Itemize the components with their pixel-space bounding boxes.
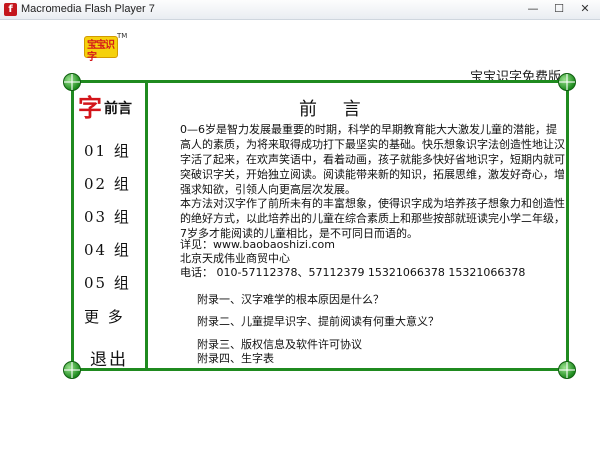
frame-left-border — [71, 81, 74, 370]
app-logo: 宝宝识字 — [84, 36, 118, 63]
sidebar-item-group-01[interactable]: 01 组 — [84, 140, 131, 161]
frame-right-border — [566, 81, 569, 370]
logo-text: 宝宝识字 — [87, 40, 115, 63]
appendix-link-4[interactable]: 附录四、生字表 — [197, 350, 274, 366]
sidebar-item-group-03[interactable]: 03 组 — [84, 206, 131, 227]
globe-icon — [63, 361, 81, 379]
appendix-link-1[interactable]: 附录一、汉字难学的根本原因是什么？ — [197, 291, 384, 307]
sidebar-item-group-02[interactable]: 02 组 — [84, 173, 131, 194]
sidebar-item-preface[interactable]: 前言 — [104, 98, 132, 118]
frame-divider — [145, 81, 148, 370]
trademark-mark: TM — [117, 32, 128, 40]
sidebar-item-group-04[interactable]: 04 组 — [84, 239, 131, 260]
sidebar-item-more[interactable]: 更 多 — [84, 306, 125, 327]
sidebar-item-group-05[interactable]: 05 组 — [84, 272, 131, 293]
globe-icon — [558, 73, 576, 91]
zi-character-icon: 字 — [78, 93, 102, 122]
flash-content: 宝宝识字 TM 宝宝识字免费版 字 前言 01 组 02 组 03 组 04 组… — [0, 20, 600, 465]
exit-button[interactable]: 退出 — [90, 345, 128, 370]
page-title: 前 言 — [299, 99, 371, 120]
appendix-link-2[interactable]: 附录二、儿童提早识字、提前阅读有何重大意义？ — [197, 313, 439, 329]
preface-paragraph-1: 0—6岁是智力发展最重要的时期，科学的早期教育能大大激发儿童的潜能，提高人的素质… — [180, 123, 565, 196]
phone-text: 电话： 010-57112378、57112379 15321066378 15… — [180, 266, 526, 279]
globe-icon — [558, 361, 576, 379]
preface-paragraph-2: 本方法对汉字作了前所未有的丰富想象，使得识字成为培养孩子想象力和创造性的绝好方式… — [180, 197, 565, 240]
